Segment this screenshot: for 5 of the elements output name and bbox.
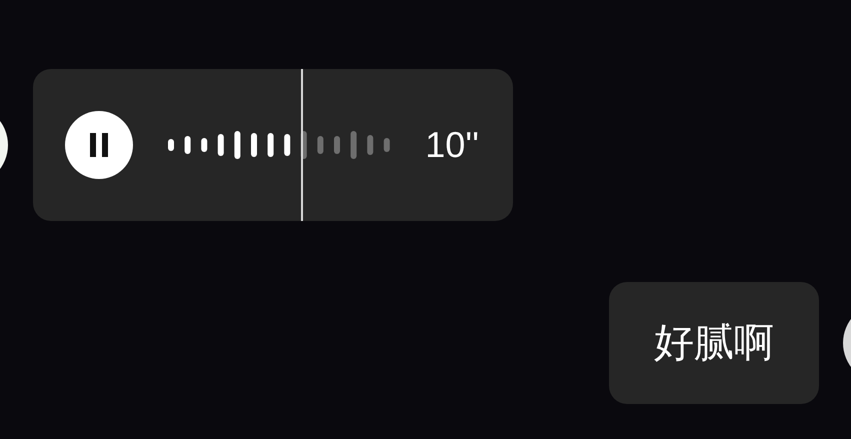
playhead[interactable]	[301, 69, 304, 221]
pause-icon	[89, 133, 109, 157]
message-text: 好腻啊	[654, 319, 774, 368]
duration-label: 10''	[425, 127, 479, 163]
voice-message-bubble[interactable]: 10''	[33, 69, 513, 221]
